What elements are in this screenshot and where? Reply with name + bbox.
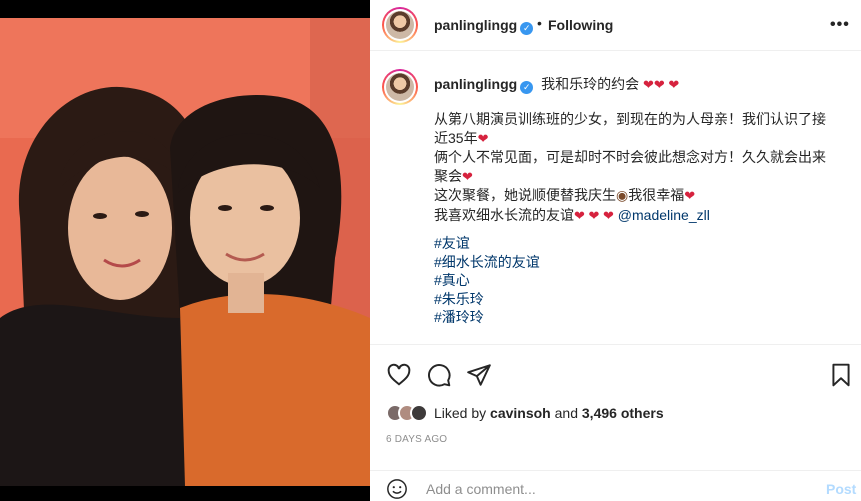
caption-text: 从第八期演员训练班的少女，到现在的为人母亲！我们认识了接 近35年❤ 俩个人不常… bbox=[434, 110, 844, 225]
comment-box: Add a comment... Post bbox=[370, 470, 861, 501]
caption-line: 聚会❤ bbox=[434, 167, 473, 184]
hashtag-link[interactable]: #朱乐玲 bbox=[434, 290, 540, 309]
post-comment-button[interactable]: Post bbox=[826, 481, 856, 497]
like-heart-icon[interactable] bbox=[386, 362, 412, 388]
separator-dot: • bbox=[537, 15, 542, 31]
save-bookmark-icon[interactable] bbox=[828, 362, 854, 388]
more-options-icon[interactable]: ••• bbox=[830, 16, 850, 34]
likes-text: Liked by cavinsoh and 3,496 others bbox=[434, 405, 664, 421]
verified-badge-icon: ✓ bbox=[520, 81, 534, 94]
heart-emoji-icon: ❤ bbox=[684, 188, 696, 203]
hashtag-list: #友谊 #细水长流的友谊 #真心 #朱乐玲 #潘玲玲 bbox=[434, 234, 540, 327]
caption-author-avatar[interactable] bbox=[382, 69, 418, 105]
hashtag-link[interactable]: #友谊 bbox=[434, 234, 540, 253]
heart-emoji-icon: ❤ bbox=[462, 168, 473, 184]
author-username[interactable]: panlinglingg ✓ bbox=[434, 17, 534, 35]
instagram-post-modal: panlinglingg ✓ • Following ••• panlinglin… bbox=[0, 0, 861, 501]
comment-input[interactable]: Add a comment... bbox=[426, 481, 536, 497]
share-icon[interactable] bbox=[466, 362, 492, 388]
hashtag-link[interactable]: #真心 bbox=[434, 271, 540, 290]
liker-username[interactable]: cavinsoh bbox=[490, 405, 551, 421]
verified-badge-icon: ✓ bbox=[520, 22, 534, 35]
hashtag-link[interactable]: #细水长流的友谊 bbox=[434, 253, 540, 272]
caption-line: 俩个人不常见面，可是却时不时会彼此想念对方！久久就会出来 bbox=[434, 149, 826, 165]
caption-area: panlinglingg ✓ 我和乐玲的约会 ❤❤ ❤ 从第八期演员训练班的少女，… bbox=[370, 52, 861, 345]
caption-header: panlinglingg ✓ 我和乐玲的约会 ❤❤ ❤ bbox=[434, 74, 679, 94]
post-timestamp[interactable]: 6 DAYS AGO bbox=[386, 434, 447, 445]
heart-emoji-icon: ❤ ❤ ❤ bbox=[574, 207, 614, 223]
caption-line: 我喜欢细水长流的友谊❤ ❤ ❤ @madeline_zll bbox=[434, 206, 710, 223]
cake-emoji-icon: ◉ bbox=[616, 187, 629, 203]
heart-emoji-icon: ❤❤ ❤ bbox=[643, 77, 680, 92]
caption-title: 我和乐玲的约会 bbox=[541, 76, 640, 92]
post-header: panlinglingg ✓ • Following ••• bbox=[370, 0, 861, 51]
author-avatar[interactable] bbox=[382, 7, 418, 43]
heart-emoji-icon: ❤ bbox=[477, 130, 489, 146]
caption-username[interactable]: panlinglingg bbox=[434, 76, 517, 92]
post-side-panel: panlinglingg ✓ • Following ••• panlinglin… bbox=[370, 0, 861, 501]
emoji-smile-icon[interactable] bbox=[386, 478, 408, 500]
following-button[interactable]: Following bbox=[548, 17, 613, 33]
hashtag-link[interactable]: #潘玲玲 bbox=[434, 308, 540, 327]
liker-avatar[interactable] bbox=[410, 404, 428, 422]
caption-line: 这次聚餐，她说顺便替我庆生◉我很幸福❤ bbox=[434, 187, 696, 203]
caption-line: 从第八期演员训练班的少女，到现在的为人母亲！我们认识了接 bbox=[434, 111, 826, 127]
post-photo[interactable] bbox=[0, 18, 370, 486]
comment-icon[interactable] bbox=[426, 362, 452, 388]
caption-line: 近35年❤ bbox=[434, 129, 489, 146]
likes-summary: Liked by cavinsoh and 3,496 others bbox=[386, 400, 664, 426]
mention-link[interactable]: @madeline_zll bbox=[618, 207, 710, 223]
action-bar bbox=[370, 354, 861, 390]
likes-count-link[interactable]: 3,496 others bbox=[582, 405, 664, 421]
selfie-image bbox=[0, 18, 370, 486]
